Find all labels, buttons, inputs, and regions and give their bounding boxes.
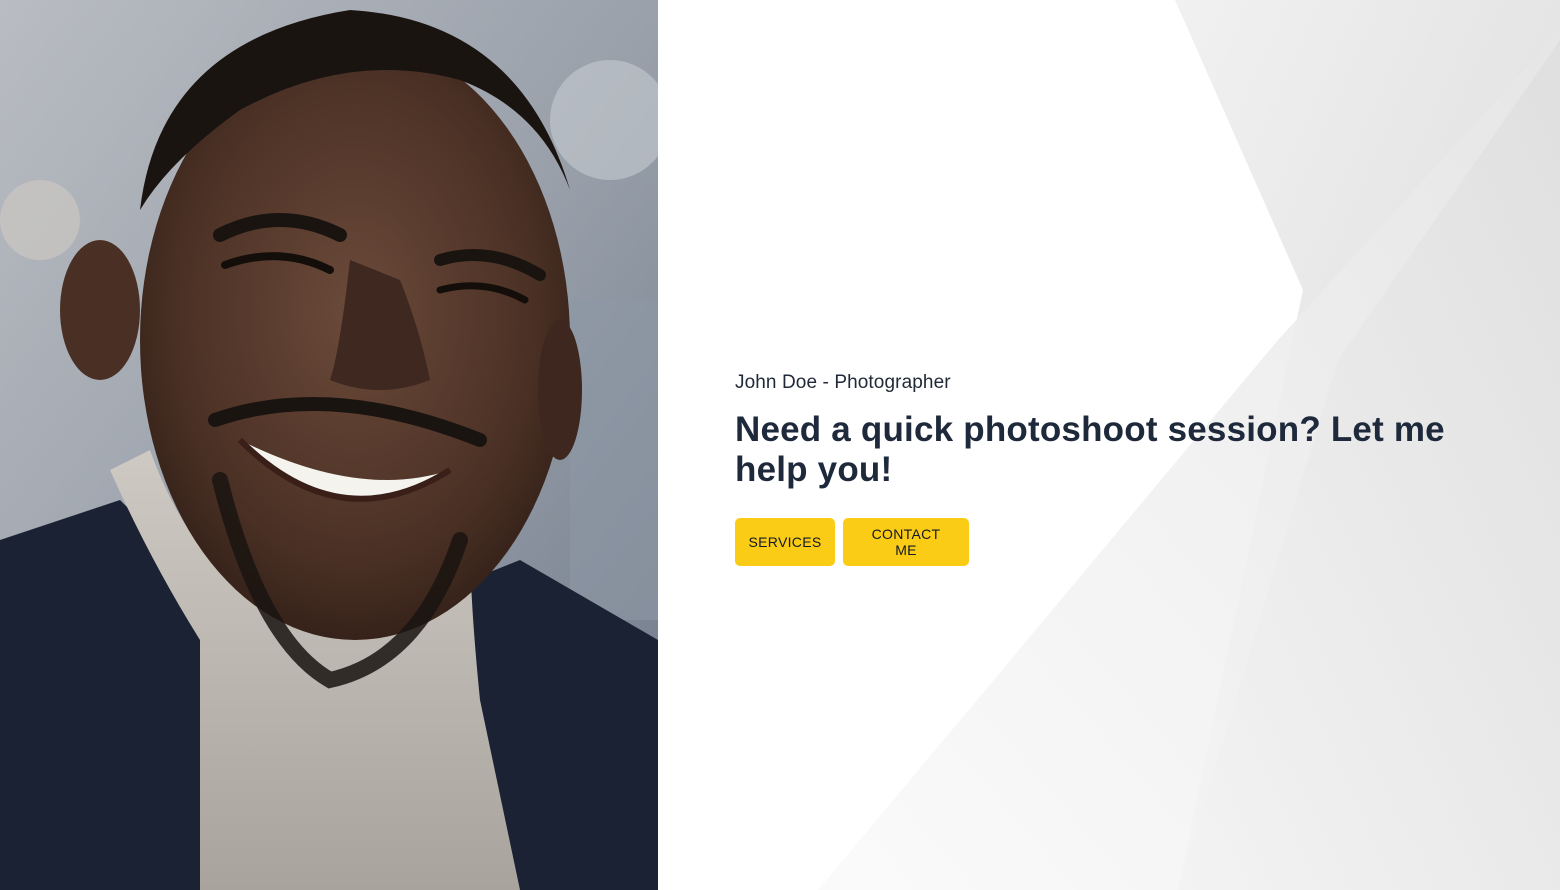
hero-section: John Doe - Photographer Need a quick pho… (0, 0, 1560, 890)
portrait-image (0, 0, 658, 890)
hero-content: John Doe - Photographer Need a quick pho… (658, 0, 1560, 890)
hero-text-block: John Doe - Photographer Need a quick pho… (735, 370, 1515, 566)
hero-headline: Need a quick photoshoot session? Let me … (735, 410, 1445, 489)
contact-me-button[interactable]: CONTACT ME (843, 518, 969, 566)
hero-photo (0, 0, 658, 890)
hero-subtitle: John Doe - Photographer (735, 372, 951, 393)
services-button[interactable]: SERVICES (735, 518, 835, 566)
hero-button-row: SERVICES CONTACT ME (735, 518, 1515, 566)
